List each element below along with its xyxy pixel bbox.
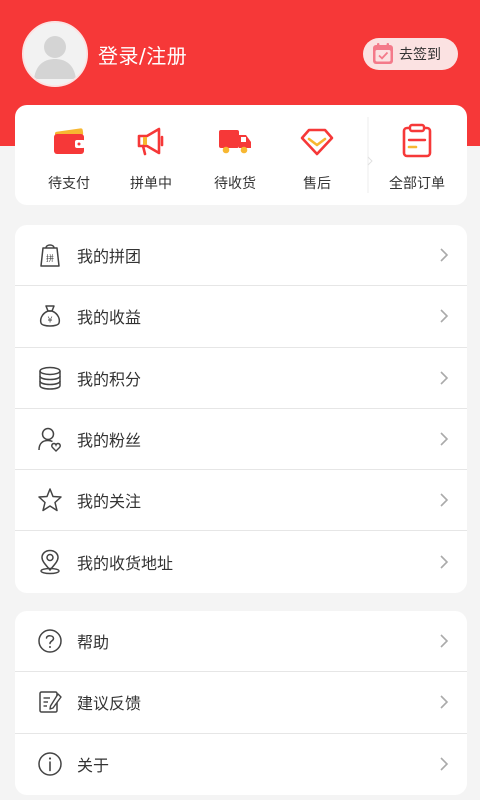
coins-stack-icon [39,366,61,390]
help-circle-icon [38,629,62,653]
money-bag-icon: ¥ [39,305,61,328]
menu-card-support: 帮助 建议反馈 关于 [15,611,467,795]
default-avatar-icon [24,23,86,85]
menu-item-feedback[interactable]: 建议反馈 [15,672,467,734]
menu-item-label: 建议反馈 [77,694,142,714]
menu-card-personal: 拼 我的拼团 ¥ 我的收益 我的积分 我的粉丝 我的关注 我的收货地址 [15,225,467,593]
menu-item-about[interactable]: 关于 [15,734,467,795]
menu-item-my-earnings[interactable]: ¥ 我的收益 [15,286,467,348]
menu-item-label: 帮助 [77,633,110,653]
chevron-right-icon [440,371,449,385]
user-heart-icon [38,427,61,453]
calendar-check-icon [373,43,393,64]
menu-item-my-follows[interactable]: 我的关注 [15,470,467,532]
avatar[interactable] [22,21,88,87]
menu-item-label: 我的收货地址 [77,554,174,574]
chevron-right-icon [440,757,449,771]
chevron-right-icon [440,493,449,507]
feedback-icon [39,691,62,714]
order-pending-payment[interactable]: 待支付 [34,121,104,193]
wallet-icon [54,128,85,154]
chevron-right-icon [440,634,449,648]
chevron-right-icon [440,695,449,710]
menu-item-help[interactable]: 帮助 [15,611,467,673]
menu-item-label: 我的粉丝 [77,431,142,451]
svg-text:拼: 拼 [46,253,54,263]
order-label: 售后 [303,176,331,192]
login-register-link[interactable]: 登录/注册 [98,40,187,69]
menu-item-label: 关于 [77,756,110,776]
order-all-orders[interactable]: 全部订单 [377,121,457,193]
order-after-sales[interactable]: 售后 [282,121,352,193]
order-label: 待支付 [48,176,90,192]
diamond-icon [300,128,334,156]
location-pin-icon [40,549,60,575]
menu-item-label: 我的收益 [77,308,142,328]
menu-item-my-address[interactable]: 我的收货地址 [15,531,467,592]
signin-button[interactable]: 去签到 [363,38,458,70]
orders-card: 待支付 拼单中 待收货 售后 全部订单 [15,105,467,205]
megaphone-icon [137,127,164,156]
chevron-right-icon [440,248,449,262]
chevron-right-icon [440,309,449,324]
orders-divider-shadow [367,117,373,193]
signin-label: 去签到 [399,47,441,63]
group-buy-bag-icon: 拼 [40,244,60,267]
star-icon [38,488,62,512]
info-icon [38,752,62,776]
truck-icon [219,130,251,154]
menu-item-my-points[interactable]: 我的积分 [15,348,467,409]
svg-text:¥: ¥ [47,316,52,325]
menu-item-my-fans[interactable]: 我的粉丝 [15,409,467,471]
order-label: 待收货 [214,176,256,192]
menu-item-label: 我的关注 [77,492,142,512]
clipboard-icon [402,123,432,158]
chevron-right-icon [440,432,449,446]
menu-item-my-group-buy[interactable]: 拼 我的拼团 [15,225,467,287]
order-group-buying[interactable]: 拼单中 [116,121,186,193]
chevron-right-icon [440,555,449,569]
order-label: 全部订单 [389,176,445,192]
menu-item-label: 我的积分 [77,369,142,389]
menu-item-label: 我的拼团 [77,247,142,267]
order-awaiting-receipt[interactable]: 待收货 [200,121,270,193]
order-label: 拼单中 [130,176,172,192]
